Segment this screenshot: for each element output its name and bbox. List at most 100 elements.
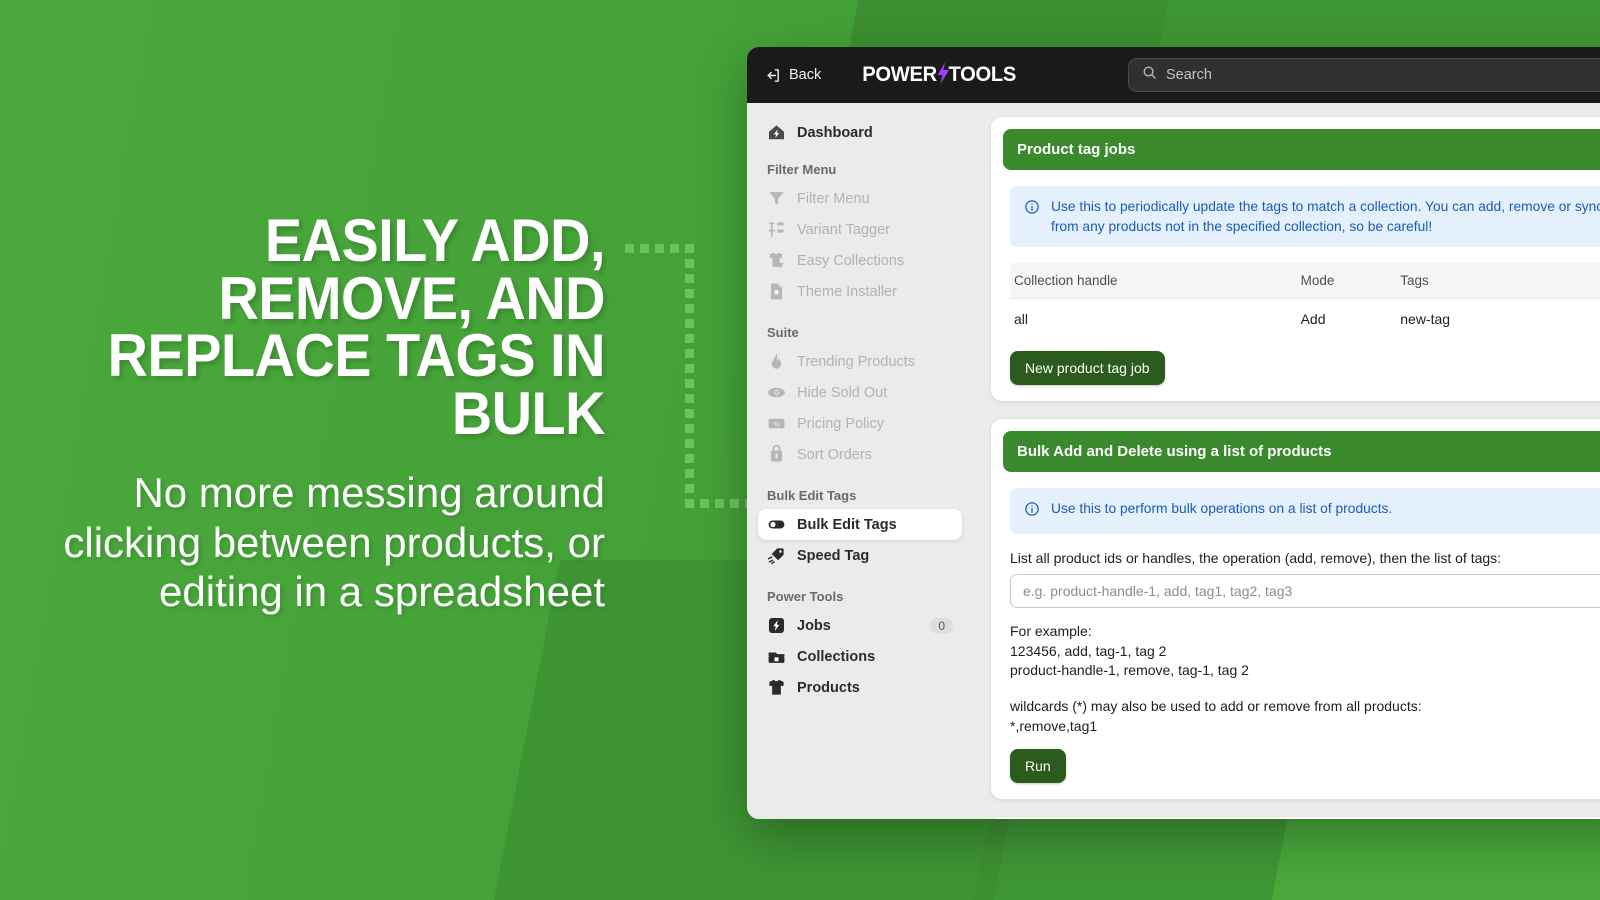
bracket-dot: [685, 499, 694, 508]
product-tag-jobs-table: Collection handle Mode Tags all Add new-…: [1010, 263, 1600, 339]
speed-tag-icon: [767, 546, 786, 565]
bracket-dot: [685, 289, 694, 298]
example-text-wildcards: wildcards (*) may also be used to add or…: [1010, 698, 1422, 735]
app-body: Dashboard Filter Menu Filter Menu Variant …: [747, 103, 1600, 819]
sidebar-item-filter-menu: Filter Menu: [758, 183, 962, 214]
info-banner-text: Use this to periodically update the tags…: [1051, 199, 1600, 234]
sidebar: Dashboard Filter Menu Filter Menu Variant …: [747, 103, 973, 819]
bracket-dot: [685, 379, 694, 388]
sidebar-group-title: Suite: [767, 325, 799, 340]
sidebar-item-label: Theme Installer: [797, 283, 897, 300]
sidebar-item-hide-sold-out: Hide Sold Out: [758, 377, 962, 408]
bolt-square-icon: [767, 616, 786, 635]
bracket-dot: [640, 244, 649, 253]
bracket-dot: [685, 259, 694, 268]
bracket-dot: [685, 334, 694, 343]
bracket-dot: [685, 394, 694, 403]
info-circle-icon: [1024, 499, 1040, 523]
promo-subtitle: No more messing around clicking between …: [63, 469, 605, 615]
bracket-dot: [685, 364, 694, 373]
variant-tag-icon: [767, 220, 786, 239]
poster-stage: EASILY ADD, REMOVE, AND REPLACE TAGS IN …: [0, 0, 1600, 900]
search-input[interactable]: Search: [1128, 58, 1600, 92]
bracket-dot: [685, 454, 694, 463]
sidebar-item-label: Trending Products: [797, 353, 915, 370]
svg-text:%: %: [774, 421, 780, 428]
run-button[interactable]: Run: [1010, 749, 1066, 784]
sidebar-item-label: Collections: [797, 648, 876, 665]
card-bulk-add-delete: Bulk Add and Delete using a list of prod…: [991, 419, 1600, 800]
card-title: Bulk Add and Delete using a list of prod…: [1003, 431, 1600, 473]
dotted-bracket-decoration: [625, 244, 769, 514]
cell-mode: Add: [1300, 311, 1326, 328]
sidebar-item-pricing-policy: % Pricing Policy: [758, 408, 962, 439]
bulk-input-placeholder: e.g. product-handle-1, add, tag1, tag2, …: [1023, 582, 1293, 599]
tag-toggle-icon: [767, 515, 786, 534]
sidebar-item-jobs[interactable]: Jobs 0: [758, 610, 962, 641]
sidebar-item-label: Dashboard: [797, 124, 873, 141]
info-banner: Use this to periodically update the tags…: [1010, 186, 1600, 248]
bracket-dot: [685, 409, 694, 418]
bracket-dot: [685, 469, 694, 478]
sidebar-item-sort-orders: Sort Orders: [758, 439, 962, 470]
sidebar-item-label: Sort Orders: [797, 446, 872, 463]
shirt-collection-icon: [767, 251, 786, 270]
archive-box-icon: [767, 647, 786, 666]
bracket-dot: [685, 274, 694, 283]
sidebar-item-label: Variant Tagger: [797, 221, 890, 238]
back-button[interactable]: Back: [764, 67, 821, 84]
sidebar-item-variant-tagger: Variant Tagger: [758, 214, 962, 245]
sidebar-group-title: Filter Menu: [767, 162, 837, 177]
bracket-dot: [685, 319, 694, 328]
bracket-dot: [685, 484, 694, 493]
column-header-collection-handle: Collection handle: [1010, 263, 1297, 300]
bag-sort-icon: [767, 445, 786, 464]
sidebar-group-title: Bulk Edit Tags: [767, 488, 857, 503]
table-row[interactable]: all Add new-tag: [1010, 299, 1600, 340]
bracket-dot: [685, 349, 694, 358]
logo-word-power: POWER: [862, 63, 938, 86]
bulk-input-label: List all product ids or handles, the ope…: [1010, 549, 1502, 566]
card-title: Product tag jobs: [1003, 129, 1600, 170]
lightning-bolt-icon: [937, 62, 950, 88]
bracket-dot: [700, 499, 709, 508]
sidebar-groups: Filter Menu Filter Menu Variant Tagger Easy…: [758, 162, 962, 703]
sidebar-item-label: Products: [797, 679, 860, 696]
new-product-tag-job-button[interactable]: New product tag job: [1010, 351, 1165, 386]
cell-collection-handle: all: [1014, 311, 1029, 328]
example-text-primary: For example: 123456, add, tag-1, tag 2 p…: [1010, 622, 1249, 679]
sidebar-item-label: Hide Sold Out: [797, 384, 888, 401]
sidebar-item-products[interactable]: Products: [758, 672, 962, 703]
sidebar-item-trending-products: Trending Products: [758, 346, 962, 377]
sidebar-item-dashboard[interactable]: Dashboard: [758, 117, 962, 148]
sidebar-item-bulk-edit-tags[interactable]: Bulk Edit Tags: [758, 509, 962, 540]
sidebar-item-theme-installer: Theme Installer: [758, 276, 962, 307]
sidebar-item-easy-collections: Easy Collections: [758, 245, 962, 276]
card-product-tag-jobs: Product tag jobs Use this to periodicall: [991, 117, 1600, 402]
bracket-dot: [655, 244, 664, 253]
file-code-icon: [767, 282, 786, 301]
sidebar-item-label: Speed Tag: [797, 547, 870, 564]
search-placeholder: Search: [1166, 67, 1212, 83]
main-content: Product tag jobs Use this to periodicall: [973, 103, 1600, 819]
bracket-dot: [685, 304, 694, 313]
dashboard-bolt-icon: [767, 123, 786, 142]
search-icon: [1142, 65, 1157, 85]
app-topbar: Back POWER TOOLS Search: [747, 47, 1600, 103]
bracket-dot: [685, 244, 694, 253]
funnel-icon: [767, 189, 786, 208]
bracket-dot: [685, 424, 694, 433]
sidebar-item-label: Jobs: [797, 617, 831, 634]
sidebar-item-speed-tag[interactable]: Speed Tag: [758, 540, 962, 571]
sidebar-group-title: Power Tools: [767, 589, 844, 604]
bulk-operations-input[interactable]: e.g. product-handle-1, add, tag1, tag2, …: [1010, 573, 1600, 608]
table-header-row: Collection handle Mode Tags: [1010, 263, 1600, 300]
info-circle-icon: [1024, 197, 1040, 236]
sidebar-item-badge: 0: [930, 617, 953, 634]
bracket-dot: [730, 499, 739, 508]
column-header-tags: Tags: [1396, 263, 1600, 300]
tshirt-icon: [767, 678, 786, 697]
info-banner-text: Use this to perform bulk operations on a…: [1051, 501, 1393, 517]
sidebar-item-collections[interactable]: Collections: [758, 641, 962, 672]
eye-off-icon: [767, 383, 786, 402]
